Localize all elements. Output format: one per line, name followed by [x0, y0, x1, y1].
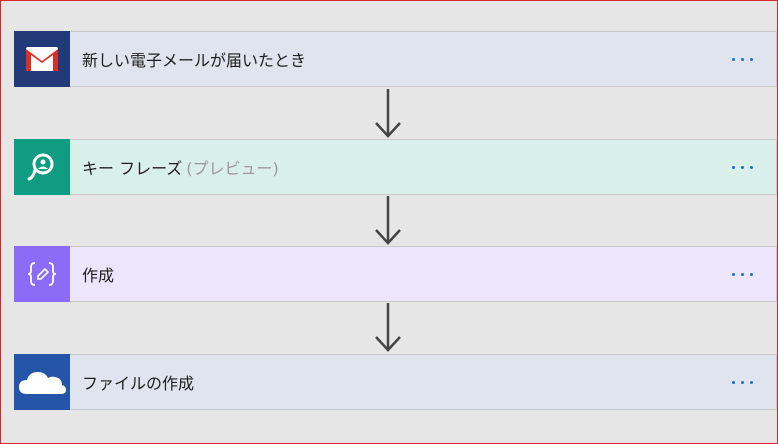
dot [740, 380, 744, 384]
dot [740, 272, 744, 276]
gmail-icon [14, 30, 70, 87]
down-arrow-icon [375, 89, 401, 138]
step-title: 新しい電子メールが届いたとき [82, 51, 307, 70]
step-card-compose[interactable]: 作成 [14, 245, 777, 302]
onedrive-icon [14, 353, 70, 410]
dot [749, 57, 753, 61]
dot [749, 272, 753, 276]
more-options-button[interactable] [722, 259, 762, 289]
down-arrow-icon [375, 196, 401, 245]
step-card-gmail-trigger[interactable]: 新しい電子メールが届いたとき [14, 30, 777, 87]
dot [731, 57, 735, 61]
dot [731, 380, 735, 384]
dot [749, 165, 753, 169]
dot [740, 165, 744, 169]
more-options-button[interactable] [722, 152, 762, 182]
dot [731, 165, 735, 169]
more-options-button[interactable] [722, 367, 762, 397]
text-analytics-icon [14, 138, 70, 195]
dot [749, 380, 753, 384]
step-title: ファイルの作成 [82, 374, 195, 393]
down-arrow-icon [375, 303, 401, 352]
dot [740, 57, 744, 61]
more-options-button[interactable] [722, 44, 762, 74]
compose-icon [14, 245, 70, 302]
dot [731, 272, 735, 276]
step-title: キー フレーズ [82, 159, 183, 178]
step-subtitle: (プレビュー) [186, 159, 279, 178]
step-title: 作成 [82, 266, 115, 285]
step-card-create-file[interactable]: ファイルの作成 [14, 353, 777, 410]
step-card-key-phrases[interactable]: キー フレーズ (プレビュー) [14, 138, 777, 195]
